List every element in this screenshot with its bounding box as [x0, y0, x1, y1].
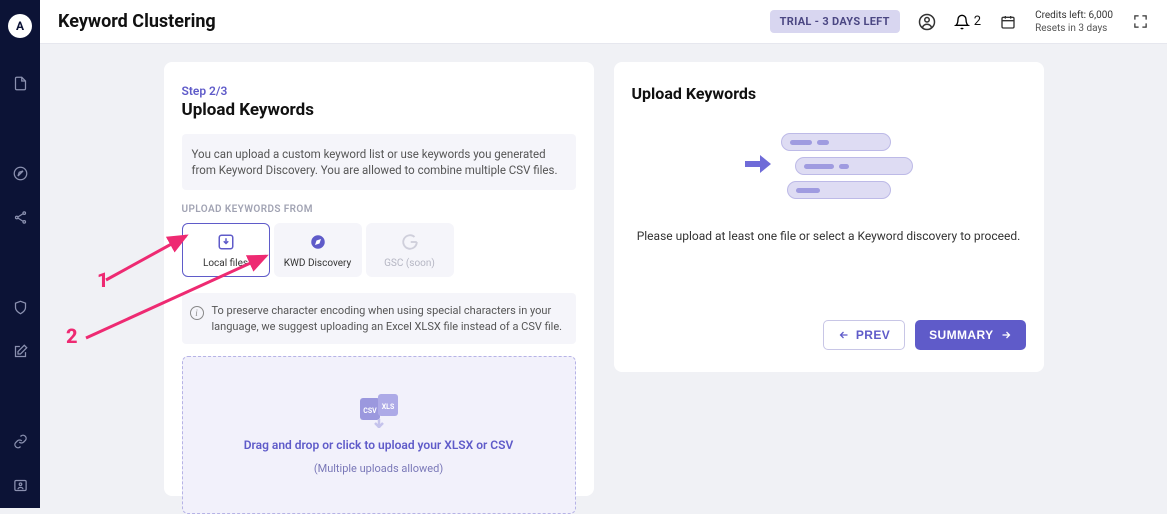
content-area: Step 2/3 Upload Keywords You can upload … — [40, 44, 1167, 508]
source-tab-local[interactable]: Local files — [182, 223, 270, 277]
arrow-left-icon — [838, 329, 850, 341]
dropzone-text: Drag and drop or click to upload your XL… — [244, 438, 514, 452]
source-tab-label: GSC (soon) — [384, 258, 435, 269]
page-title: Keyword Clustering — [58, 11, 216, 32]
sidebar: A — [0, 0, 40, 508]
account-icon[interactable] — [918, 13, 936, 31]
topbar: Keyword Clustering TRIAL - 3 DAYS LEFT 2… — [40, 0, 1167, 44]
discovery-icon — [308, 232, 328, 252]
arrow-right-icon — [1000, 329, 1012, 341]
source-tabs: Local files KWD Discovery GSC (soon) — [182, 223, 576, 277]
encoding-info: i To preserve character encoding when us… — [182, 293, 576, 344]
file-dropzone[interactable]: CSV XLS Drag and drop or click to upload… — [182, 356, 576, 514]
app-logo[interactable]: A — [8, 14, 32, 38]
notification-count: 2 — [974, 14, 981, 29]
source-tab-kwd[interactable]: KWD Discovery — [274, 223, 362, 277]
upload-summary-card: Upload Keywords Please upload at least o… — [614, 62, 1044, 372]
prev-button[interactable]: PREV — [823, 320, 905, 350]
shield-icon[interactable] — [11, 298, 29, 316]
edit-icon[interactable] — [11, 342, 29, 360]
card-title: Upload Keywords — [182, 100, 576, 120]
credits-info: Credits left: 6,000 Resets in 3 days — [1035, 9, 1113, 35]
google-icon — [400, 232, 420, 252]
summary-title: Upload Keywords — [632, 84, 1026, 103]
arrow-right-icon — [745, 154, 771, 178]
document-icon[interactable] — [11, 74, 29, 92]
trial-badge: TRIAL - 3 DAYS LEFT — [770, 10, 900, 33]
user-icon[interactable] — [11, 476, 29, 494]
compass-icon[interactable] — [11, 164, 29, 182]
svg-text:CSV: CSV — [363, 407, 377, 415]
svg-text:XLS: XLS — [381, 403, 394, 411]
description-text: You can upload a custom keyword list or … — [182, 134, 576, 190]
file-upload-icon: CSV XLS — [358, 394, 400, 428]
share-icon[interactable] — [11, 208, 29, 226]
bell-icon — [954, 14, 970, 30]
link-icon[interactable] — [11, 432, 29, 450]
info-icon: i — [190, 306, 204, 320]
source-tab-label: KWD Discovery — [284, 258, 352, 269]
nav-buttons: PREV SUMMARY — [632, 320, 1026, 350]
dropzone-subtext: (Multiple uploads allowed) — [314, 462, 443, 475]
step-indicator: Step 2/3 — [182, 84, 576, 98]
calendar-icon[interactable] — [999, 13, 1017, 31]
notifications-button[interactable]: 2 — [954, 14, 981, 30]
summary-button[interactable]: SUMMARY — [915, 320, 1025, 350]
sources-label: UPLOAD KEYWORDS FROM — [182, 204, 576, 215]
download-icon — [216, 232, 236, 252]
expand-icon[interactable] — [1131, 13, 1149, 31]
source-tab-gsc: GSC (soon) — [366, 223, 454, 277]
upload-step-card: Step 2/3 Upload Keywords You can upload … — [164, 62, 594, 496]
source-tab-label: Local files — [203, 258, 248, 269]
placeholder-illustration — [632, 133, 1026, 199]
empty-state-message: Please upload at least one file or selec… — [632, 229, 1026, 243]
